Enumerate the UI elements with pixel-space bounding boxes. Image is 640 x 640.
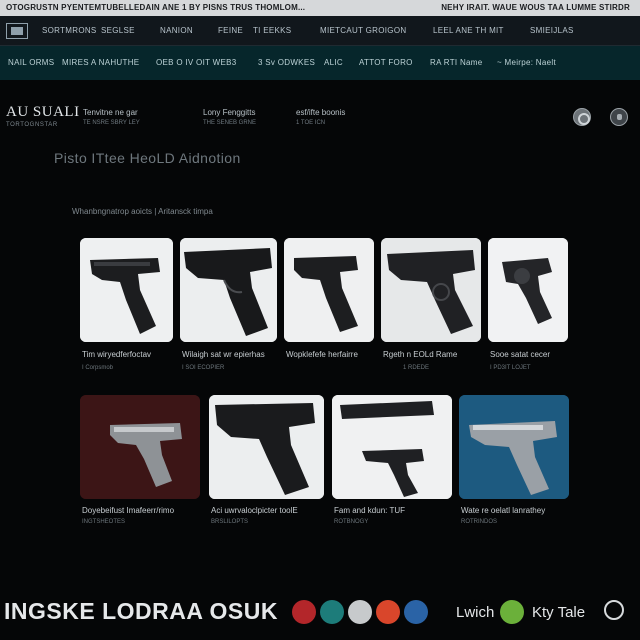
product-meta: BRSLILOPTS — [211, 519, 249, 525]
product-meta: I SOI ECOPIER — [182, 365, 225, 371]
product-card[interactable]: Fam and kdun: TUF ROTBNOGY — [332, 395, 452, 530]
footer-label-2[interactable]: Kty Tale — [532, 604, 585, 621]
brand-subtitle: TORTOGNSTAR — [6, 122, 58, 128]
crosshair-icon[interactable] — [604, 600, 624, 620]
nav-item-7[interactable]: LEEL ANE TH MIT — [433, 26, 504, 35]
pistol-icon — [80, 238, 173, 342]
nav-item-2[interactable]: SEGLSE — [101, 26, 135, 35]
nav-item-5[interactable]: TI EEKKS — [253, 26, 291, 35]
top-utility-text: OTOGRUSTN PYENTEMTUBELLEDAIN ANE 1 BY PI… — [6, 3, 306, 12]
header-info-2[interactable]: Lony Fenggitts THE SENEB GRNE — [203, 108, 256, 126]
multicolor-icon[interactable] — [376, 600, 400, 624]
pistol-icon — [381, 238, 481, 342]
nav-item-6[interactable]: MIETCAUT GROIGON — [320, 26, 406, 35]
breadcrumb[interactable]: Whanbngnatrop aoicts | Aritansck timpa — [72, 207, 213, 216]
page-title: Pisto ITtee HeoLD Aidnotion — [54, 150, 241, 166]
product-image[interactable] — [80, 238, 173, 342]
red-shop-icon[interactable] — [348, 600, 372, 624]
subnav-item-2[interactable]: MIRES A NAHUTHE — [62, 58, 139, 67]
product-card[interactable]: Wilaigh sat wr epierhas I SOI ECOPIER — [180, 238, 277, 378]
top-utility-right-text[interactable]: NEHY IRAIT. WAUE WOUS TAA LUMME STIRDR — [441, 3, 630, 12]
subnav-item-6[interactable]: ATTOT FORO — [359, 58, 413, 67]
pistol-icon — [80, 395, 200, 499]
product-image[interactable] — [284, 238, 374, 342]
pistol-icon — [459, 395, 569, 499]
product-card[interactable]: Tim wiryedferfoctav I Corpsmob — [80, 238, 173, 378]
nav-item-4[interactable]: FEINE — [218, 26, 243, 35]
pistol-icon — [209, 395, 324, 499]
product-card[interactable]: Wate re oelatl lanrathey ROTRINDOS — [459, 395, 569, 530]
product-meta: INGTSHEOTES — [82, 519, 126, 525]
product-card[interactable]: Rgeth n EOLd Rame 1 RDEDE — [381, 238, 481, 378]
header-info-1[interactable]: Tenvitne ne gar TE NSRE SBRY LEY — [83, 108, 140, 126]
blue-drop-icon[interactable] — [404, 600, 428, 624]
product-meta: I PD3IT LOJET — [490, 365, 531, 371]
top-utility-bar: OTOGRUSTN PYENTEMTUBELLEDAIN ANE 1 BY PI… — [0, 0, 640, 16]
product-image[interactable] — [80, 395, 200, 499]
header-info-title: Tenvitne ne gar — [83, 108, 138, 117]
nav-item-8[interactable]: SMIEIJLAS — [530, 26, 574, 35]
product-image[interactable] — [332, 395, 452, 499]
secondary-nav: NAIL ORMS MIRES A NAHUTHE OEB O IV OIT W… — [0, 46, 640, 80]
product-title[interactable]: Tim wiryedferfoctav — [82, 350, 151, 359]
header-info-sub: TE NSRE SBRY LEY — [83, 120, 140, 126]
product-image[interactable] — [488, 238, 568, 342]
account-icon[interactable] — [610, 108, 628, 126]
product-image[interactable] — [381, 238, 481, 342]
product-card[interactable]: Wopklefefe herfairre — [284, 238, 374, 378]
product-title[interactable]: Wopklefefe herfairre — [286, 350, 358, 359]
subnav-item-7[interactable]: RA RTI Name — [430, 58, 483, 67]
product-title[interactable]: Fam and kdun: TUF — [334, 506, 405, 515]
product-card[interactable]: Aci uwrvaloclpicter toolE BRSLILOPTS — [209, 395, 324, 530]
revolver-icon — [488, 238, 568, 342]
search-icon[interactable] — [573, 108, 591, 126]
teal-badge-icon[interactable] — [320, 600, 344, 624]
subnav-item-3[interactable]: OEB O IV OIT WEB3 — [156, 58, 237, 67]
product-image[interactable] — [180, 238, 277, 342]
header-info-sub: THE SENEB GRNE — [203, 120, 257, 126]
subnav-item-5[interactable]: ALIC — [324, 58, 343, 67]
product-card[interactable]: Doyebeifust Imafeerr/rimo INGTSHEOTES — [80, 395, 200, 530]
header-info-title: esf/ifte boonis — [296, 108, 346, 117]
subnav-item-1[interactable]: NAIL ORMS — [8, 58, 54, 67]
product-title[interactable]: Wate re oelatl lanrathey — [461, 506, 545, 515]
pistol-parts-icon — [332, 395, 452, 499]
product-title[interactable]: Doyebeifust Imafeerr/rimo — [82, 506, 174, 515]
product-meta: I Corpsmob — [82, 365, 114, 371]
footer-label-1[interactable]: Lwich — [456, 604, 494, 621]
header-info-title: Lony Fenggitts — [203, 108, 256, 117]
product-meta: 1 RDEDE — [403, 365, 430, 371]
brand-name: AU SUALI — [6, 104, 80, 120]
product-title[interactable]: Rgeth n EOLd Rame — [383, 350, 457, 359]
product-card[interactable]: Sooe satat cecer I PD3IT LOJET — [488, 238, 568, 378]
product-image[interactable] — [459, 395, 569, 499]
product-title[interactable]: Aci uwrvaloclpicter toolE — [211, 506, 298, 515]
header-info-sub: 1 TOE ICN — [296, 120, 326, 126]
product-title[interactable]: Wilaigh sat wr epierhas — [182, 350, 265, 359]
brand-block[interactable]: AU SUALI TORTOGNSTAR — [6, 104, 80, 128]
site-logo-icon[interactable] — [6, 23, 28, 39]
pistol-icon — [284, 238, 374, 342]
pistol-icon — [180, 238, 277, 342]
subnav-item-4[interactable]: 3 Sv ODWKES — [258, 58, 315, 67]
nav-item-3[interactable]: NANION — [160, 26, 193, 35]
subnav-item-8[interactable]: ~ Meirpe: Naelt — [497, 58, 556, 67]
product-title[interactable]: Sooe satat cecer — [490, 350, 550, 359]
header-info-3[interactable]: esf/ifte boonis 1 TOE ICN — [296, 108, 345, 126]
red-target-icon[interactable] — [292, 600, 316, 624]
product-image[interactable] — [209, 395, 324, 499]
footer-brand-strip: INGSKE LODRAA OSUK Lwich Kty Tale — [0, 596, 640, 636]
primary-nav: SORTMRONS SEGLSE NANION FEINE TI EEKKS M… — [0, 16, 640, 46]
product-meta: ROTBNOGY — [334, 519, 369, 525]
nav-item-1[interactable]: SORTMRONS — [42, 26, 97, 35]
green-badge-icon[interactable] — [500, 600, 524, 624]
footer-brand[interactable]: INGSKE LODRAA OSUK — [4, 598, 278, 625]
product-meta: ROTRINDOS — [461, 519, 497, 525]
